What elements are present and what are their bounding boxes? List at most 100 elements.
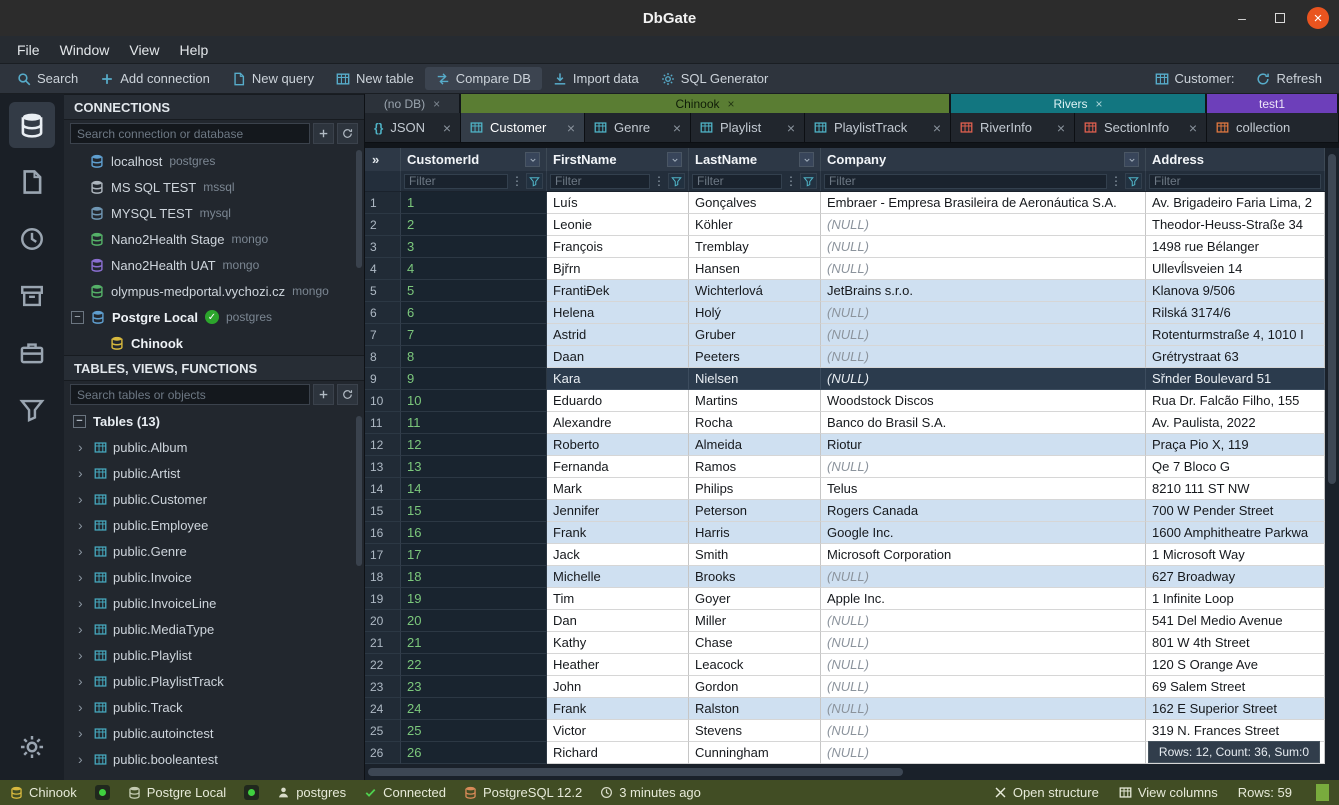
maximize-button[interactable] (1269, 7, 1291, 29)
table-tree-item[interactable]: public.PlaylistTrack (64, 668, 364, 694)
close-icon[interactable]: × (567, 120, 575, 136)
vertical-scrollbar[interactable] (1325, 148, 1339, 764)
cell-lastname[interactable]: Brooks (689, 566, 821, 588)
close-icon[interactable]: × (1096, 97, 1103, 111)
cell-customerid[interactable]: 18 (401, 566, 547, 588)
tables-scrollbar[interactable] (356, 416, 362, 566)
collapse-icon[interactable] (71, 311, 84, 324)
cell-address[interactable]: 1600 Amphitheatre Parkwa (1146, 522, 1325, 544)
table-tree-item[interactable]: public.InvoiceLine (64, 590, 364, 616)
table-row[interactable]: 22 22 Heather Leacock (NULL) 120 S Orang… (365, 654, 1325, 676)
table-tree-item[interactable]: public.Artist (64, 460, 364, 486)
filter-input[interactable] (550, 174, 650, 189)
connection-item-olympus[interactable]: olympus-medportal.vychozi.cz mongo (64, 278, 364, 304)
table-row[interactable]: 11 11 Alexandre Rocha Banco do Brasil S.… (365, 412, 1325, 434)
cell-lastname[interactable]: Hansen (689, 258, 821, 280)
cell-firstname[interactable]: Kara (547, 368, 689, 390)
chevron-right-icon[interactable] (78, 621, 88, 637)
cell-firstname[interactable]: Heather (547, 654, 689, 676)
row-number[interactable]: 12 (365, 434, 401, 456)
database-item-chinook[interactable]: Chinook (64, 330, 364, 356)
connection-item-mysql-test[interactable]: MYSQL TEST mysql (64, 200, 364, 226)
table-tree-item[interactable]: public.Track (64, 694, 364, 720)
cell-lastname[interactable]: Stevens (689, 720, 821, 742)
table-tree-item[interactable]: public.Invoice (64, 564, 364, 590)
horizontal-scrollbar[interactable] (365, 764, 1339, 780)
chevron-right-icon[interactable] (78, 465, 88, 481)
cell-address[interactable]: 541 Del Medio Avenue (1146, 610, 1325, 632)
cell-address[interactable]: Av. Paulista, 2022 (1146, 412, 1325, 434)
row-number[interactable]: 9 (365, 368, 401, 390)
tab-json[interactable]: JSON × (365, 113, 461, 142)
row-number[interactable]: 5 (365, 280, 401, 302)
cell-company[interactable]: Embraer - Empresa Brasileira de Aeronáut… (821, 192, 1146, 214)
close-icon[interactable]: × (1189, 120, 1197, 136)
row-number[interactable]: 13 (365, 456, 401, 478)
tab-genre[interactable]: Genre × (585, 113, 691, 142)
row-number[interactable]: 19 (365, 588, 401, 610)
tab-playlist[interactable]: Playlist × (691, 113, 805, 142)
row-number[interactable]: 4 (365, 258, 401, 280)
filter-input[interactable] (1149, 174, 1321, 189)
cell-address[interactable]: 1 Infinite Loop (1146, 588, 1325, 610)
filter-funnel-icon[interactable] (526, 173, 543, 189)
cell-lastname[interactable]: Smith (689, 544, 821, 566)
tab-riverinfo[interactable]: RiverInfo × (951, 113, 1075, 142)
column-header-customerid[interactable]: CustomerId (401, 148, 547, 171)
cell-firstname[interactable]: Mark (547, 478, 689, 500)
expand-columns-icon[interactable]: » (365, 148, 401, 171)
cell-address[interactable]: Sřnder Boulevard 51 (1146, 368, 1325, 390)
cell-firstname[interactable]: Alexandre (547, 412, 689, 434)
table-row[interactable]: 25 25 Victor Stevens (NULL) 319 N. Franc… (365, 720, 1325, 742)
cell-company[interactable]: Apple Inc. (821, 588, 1146, 610)
table-row[interactable]: 6 6 Helena Holý (NULL) Rilská 3174/6 (365, 302, 1325, 324)
refresh-connections-button[interactable] (337, 123, 358, 144)
connection-item-postgre-local[interactable]: Postgre Local postgres (64, 304, 364, 330)
connection-item-localhost[interactable]: localhost postgres (64, 148, 364, 174)
cell-firstname[interactable]: Frank (547, 522, 689, 544)
chevron-down-icon[interactable] (525, 152, 540, 167)
chevron-right-icon[interactable] (78, 699, 88, 715)
table-row[interactable]: 10 10 Eduardo Martins Woodstock Discos R… (365, 390, 1325, 412)
row-number[interactable]: 21 (365, 632, 401, 654)
table-row[interactable]: 16 16 Frank Harris Google Inc. 1600 Amph… (365, 522, 1325, 544)
cell-lastname[interactable]: Miller (689, 610, 821, 632)
cell-firstname[interactable]: Bjřrn (547, 258, 689, 280)
table-row[interactable]: 8 8 Daan Peeters (NULL) Grétrystraat 63 (365, 346, 1325, 368)
cell-customerid[interactable]: 13 (401, 456, 547, 478)
cell-firstname[interactable]: Jack (547, 544, 689, 566)
close-icon[interactable]: × (787, 120, 795, 136)
cell-customerid[interactable]: 23 (401, 676, 547, 698)
cell-company[interactable]: (NULL) (821, 742, 1146, 764)
tables-group-header[interactable]: Tables (13) (64, 408, 364, 434)
chevron-right-icon[interactable] (78, 595, 88, 611)
cell-address[interactable]: 319 N. Frances Street (1146, 720, 1325, 742)
cell-company[interactable]: JetBrains s.r.o. (821, 280, 1146, 302)
cell-company[interactable]: (NULL) (821, 456, 1146, 478)
cell-company[interactable]: (NULL) (821, 302, 1146, 324)
menu-view[interactable]: View (120, 39, 168, 61)
connections-scrollbar[interactable] (356, 150, 362, 268)
table-row[interactable]: 15 15 Jennifer Peterson Rogers Canada 70… (365, 500, 1325, 522)
table-tree-item[interactable]: public.Album (64, 434, 364, 460)
cell-firstname[interactable]: Jennifer (547, 500, 689, 522)
cell-customerid[interactable]: 22 (401, 654, 547, 676)
table-tree-item[interactable]: public.Customer (64, 486, 364, 512)
cell-address[interactable]: Av. Brigadeiro Faria Lima, 2 (1146, 192, 1325, 214)
menu-dots-icon[interactable]: ⋮ (653, 174, 665, 188)
cell-address[interactable]: 8210 111 ST NW (1146, 478, 1325, 500)
history-icon[interactable] (9, 216, 55, 262)
row-number[interactable]: 6 (365, 302, 401, 324)
cell-firstname[interactable]: Dan (547, 610, 689, 632)
column-header-lastname[interactable]: LastName (689, 148, 821, 171)
cell-customerid[interactable]: 16 (401, 522, 547, 544)
table-row[interactable]: 20 20 Dan Miller (NULL) 541 Del Medio Av… (365, 610, 1325, 632)
add-connection-button[interactable]: Add connection (89, 67, 221, 90)
chevron-down-icon[interactable] (667, 152, 682, 167)
cell-customerid[interactable]: 12 (401, 434, 547, 456)
table-row[interactable]: 13 13 Fernanda Ramos (NULL) Qe 7 Bloco G (365, 456, 1325, 478)
cell-data-icon[interactable] (9, 387, 55, 433)
cell-company[interactable]: Google Inc. (821, 522, 1146, 544)
row-number[interactable]: 25 (365, 720, 401, 742)
cell-customerid[interactable]: 24 (401, 698, 547, 720)
